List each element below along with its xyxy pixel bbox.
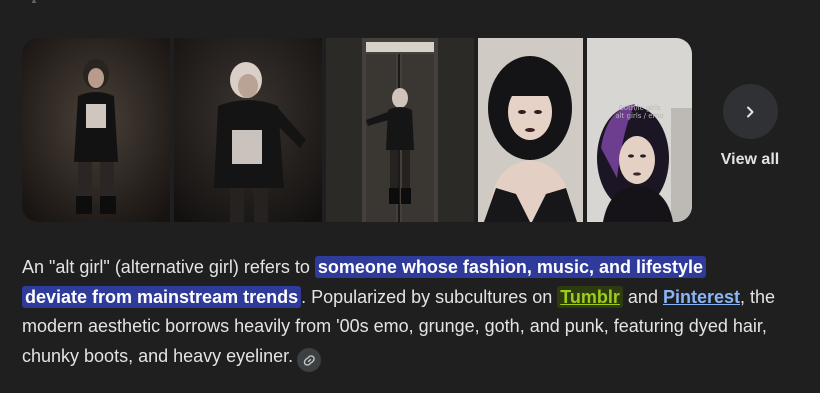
highlight-span-1: someone whose fashion, music, and lifest… <box>314 256 706 278</box>
photo-4 <box>478 38 583 222</box>
view-all-button[interactable]: View all <box>714 84 786 169</box>
image-thumbnail-5[interactable]: Goth/ic girls alt girls / emo <box>587 38 692 222</box>
image-thumbnail-1[interactable] <box>22 38 170 222</box>
image-thumbnail-2[interactable] <box>174 38 322 222</box>
answer-and: and <box>622 286 663 307</box>
view-all-label: View all <box>720 151 780 168</box>
photo-2 <box>174 38 322 222</box>
view-all-circle[interactable] <box>722 84 778 139</box>
pinterest-link[interactable]: Pinterest <box>663 287 740 307</box>
answer-middle: . Popularized by subcultures on <box>301 286 558 307</box>
image-carousel: Goth/ic girls alt girls / emo <box>22 38 692 222</box>
photo-3 <box>326 38 474 222</box>
image-caption: Goth/ic girls alt girls / emo <box>615 104 664 120</box>
source-link-button[interactable] <box>297 348 322 372</box>
link-icon <box>303 354 315 366</box>
tumblr-link[interactable]: Tumblr <box>557 285 623 308</box>
image-thumbnail-3[interactable] <box>326 38 474 222</box>
photo-5 <box>587 38 692 222</box>
chevron-right-icon <box>747 106 754 117</box>
photo-1 <box>22 38 170 222</box>
ai-overview-text: An "alt girl" (alternative girl) refers … <box>22 253 792 372</box>
search-result-panel: ▲ Goth/ic girls alt girls / emo View all… <box>0 0 820 393</box>
image-thumbnail-4[interactable] <box>478 38 583 222</box>
highlight-span-2: deviate from mainstream trends <box>22 285 302 308</box>
collapse-marker-icon: ▲ <box>30 0 38 5</box>
answer-intro: An "alt girl" (alternative girl) refers … <box>22 257 315 277</box>
